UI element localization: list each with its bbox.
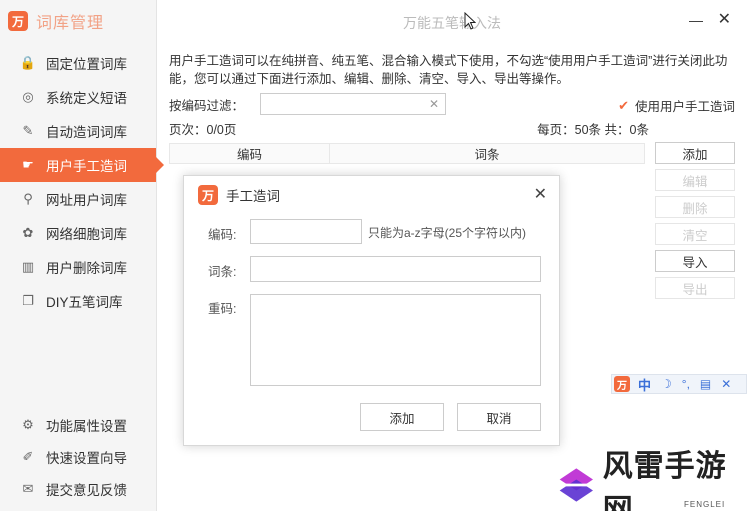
- sidebar-nav: 🔒 固定位置词库 ◎ 系统定义短语 ✎ 自动造词词库 ☛ 用户手工造词 ⚲ 网址…: [0, 46, 164, 318]
- page-info: 页次：0/0页: [169, 123, 237, 137]
- watermark-logo-icon: [559, 468, 593, 502]
- code-hint: 只能为a-z字母(25个字符以内): [368, 226, 527, 240]
- tools-icon[interactable]: ✕: [721, 377, 731, 391]
- punctuation-icon[interactable]: °,: [682, 377, 690, 391]
- stats-row: 页次：0/0页 每页：50条 共：0条: [169, 119, 649, 138]
- duplicate-row: 重码:: [208, 294, 541, 386]
- keyboard-icon[interactable]: ▤: [700, 377, 711, 391]
- column-header-word[interactable]: 词条: [330, 144, 644, 163]
- sidebar-item-label: 功能属性设置: [46, 419, 127, 434]
- filter-label: 按编码过滤：: [169, 98, 245, 113]
- clear-button[interactable]: 清空: [655, 223, 735, 245]
- sidebar: 万 词库管理 🔒 固定位置词库 ◎ 系统定义短语 ✎ 自动造词词库 ☛ 用户手工…: [0, 0, 164, 511]
- sidebar-item-url-words[interactable]: ⚲ 网址用户词库: [0, 182, 156, 216]
- app-window: 万 词库管理 🔒 固定位置词库 ◎ 系统定义短语 ✎ 自动造词词库 ☛ 用户手工…: [0, 0, 747, 511]
- sidebar-item-diy-wubi[interactable]: ❐ DIY五笔词库: [0, 284, 156, 318]
- table-header: 编码 词条: [169, 143, 645, 164]
- use-manual-label: 使用用户手工造词: [634, 100, 735, 114]
- edit-button[interactable]: 编辑: [655, 169, 735, 191]
- column-header-code[interactable]: 编码: [170, 144, 330, 163]
- code-filter-input[interactable]: ✕: [260, 93, 447, 115]
- code-row: 编码: 只能为a-z字母(25个字符以内): [208, 219, 526, 244]
- dialog-add-button[interactable]: 添加: [360, 403, 444, 431]
- dialog-logo-icon: 万: [198, 185, 218, 205]
- delete-button[interactable]: 删除: [655, 196, 735, 218]
- checkmark-icon: ✔: [618, 97, 629, 113]
- edit-icon: ✎: [22, 123, 34, 138]
- clear-icon[interactable]: ✕: [429, 97, 439, 111]
- watermark: 风雷手游网 FENGLEI: [556, 449, 746, 511]
- sidebar-item-label: 系统定义短语: [46, 91, 127, 106]
- sidebar-item-system-phrases[interactable]: ◎ 系统定义短语: [0, 80, 156, 114]
- sidebar-item-label: 固定位置词库: [46, 57, 127, 72]
- trash-icon: ▥: [21, 259, 35, 274]
- ime-mode-toggle[interactable]: 中: [638, 375, 651, 394]
- sidebar-item-label: 提交意见反馈: [46, 483, 127, 498]
- minimize-icon[interactable]: —: [689, 12, 703, 28]
- sidebar-header: 万 词库管理: [0, 0, 156, 42]
- sidebar-item-settings[interactable]: ⚙ 功能属性设置: [0, 409, 156, 441]
- add-button[interactable]: 添加: [655, 142, 735, 164]
- dialog-title: 手工造词: [226, 189, 280, 204]
- action-buttons: 添加 编辑 删除 清空 导入 导出: [655, 142, 737, 304]
- description-text: 用户手工造词可以在纯拼音、纯五笔、混合输入模式下使用，不勾选“使用用户手工造词”…: [169, 54, 728, 86]
- sidebar-item-wizard[interactable]: ✐ 快速设置向导: [0, 441, 156, 473]
- import-button[interactable]: 导入: [655, 250, 735, 272]
- wizard-icon: ✐: [22, 449, 34, 464]
- sidebar-item-label: 用户删除词库: [46, 261, 127, 276]
- code-input[interactable]: [250, 219, 362, 244]
- use-manual-checkbox[interactable]: ✔ 使用用户手工造词: [618, 96, 735, 115]
- close-icon[interactable]: ✕: [718, 9, 731, 29]
- cells-icon: ✿: [22, 225, 34, 240]
- feedback-icon: ✉: [22, 481, 34, 496]
- target-icon: ◎: [22, 89, 34, 104]
- watermark-subtext: FENGLEI: [684, 500, 726, 509]
- sidebar-item-auto-words[interactable]: ✎ 自动造词词库: [0, 114, 156, 148]
- moon-icon[interactable]: ☽: [661, 377, 672, 391]
- ime-toolbar: 万 中 ☽ °, ▤ ✕: [611, 374, 747, 394]
- sidebar-item-label: DIY五笔词库: [46, 295, 123, 310]
- sidebar-item-label: 网络细胞词库: [46, 227, 127, 242]
- dialog-cancel-button[interactable]: 取消: [457, 403, 541, 431]
- export-button[interactable]: 导出: [655, 277, 735, 299]
- link-icon: ⚲: [23, 191, 33, 206]
- title-bar: 万能五笔输入法 — ✕: [157, 0, 747, 42]
- sidebar-item-label: 网址用户词库: [46, 193, 127, 208]
- app-logo-icon: 万: [8, 11, 28, 31]
- mouse-cursor-icon: [464, 12, 476, 30]
- sidebar-item-label: 用户手工造词: [46, 159, 127, 174]
- duplicate-textarea[interactable]: [250, 294, 541, 386]
- dialog-header: 万 手工造词 ✕: [184, 176, 559, 214]
- manual-word-dialog: 万 手工造词 ✕ 编码: 只能为a-z字母(25个字符以内) 词条: 重码: 添…: [183, 175, 560, 446]
- sidebar-item-label: 快速设置向导: [46, 451, 127, 466]
- word-row: 词条:: [208, 256, 541, 282]
- code-label: 编码:: [208, 228, 237, 242]
- sidebar-item-manual-words[interactable]: ☛ 用户手工造词: [0, 148, 164, 182]
- sidebar-item-deleted-words[interactable]: ▥ 用户删除词库: [0, 250, 156, 284]
- word-input[interactable]: [250, 256, 541, 282]
- lock-icon: 🔒: [19, 55, 37, 70]
- dialog-close-icon[interactable]: ✕: [534, 184, 547, 204]
- gear-icon: ⚙: [22, 417, 34, 432]
- pages-icon: ❐: [22, 293, 34, 308]
- hand-icon: ☛: [22, 157, 34, 172]
- per-page-info: 每页：50条 共：0条: [537, 123, 649, 137]
- duplicate-label: 重码:: [208, 302, 237, 316]
- sidebar-item-cell-words[interactable]: ✿ 网络细胞词库: [0, 216, 156, 250]
- word-label: 词条:: [208, 265, 237, 279]
- ime-logo-icon[interactable]: 万: [614, 376, 630, 392]
- sidebar-bottom-nav: ⚙ 功能属性设置 ✐ 快速设置向导 ✉ 提交意见反馈: [0, 409, 156, 505]
- sidebar-item-fixed-position[interactable]: 🔒 固定位置词库: [0, 46, 156, 80]
- window-title: 万能五笔输入法: [403, 15, 501, 31]
- sidebar-item-label: 自动造词词库: [46, 125, 127, 140]
- app-title: 词库管理: [36, 15, 105, 32]
- sidebar-item-feedback[interactable]: ✉ 提交意见反馈: [0, 473, 156, 505]
